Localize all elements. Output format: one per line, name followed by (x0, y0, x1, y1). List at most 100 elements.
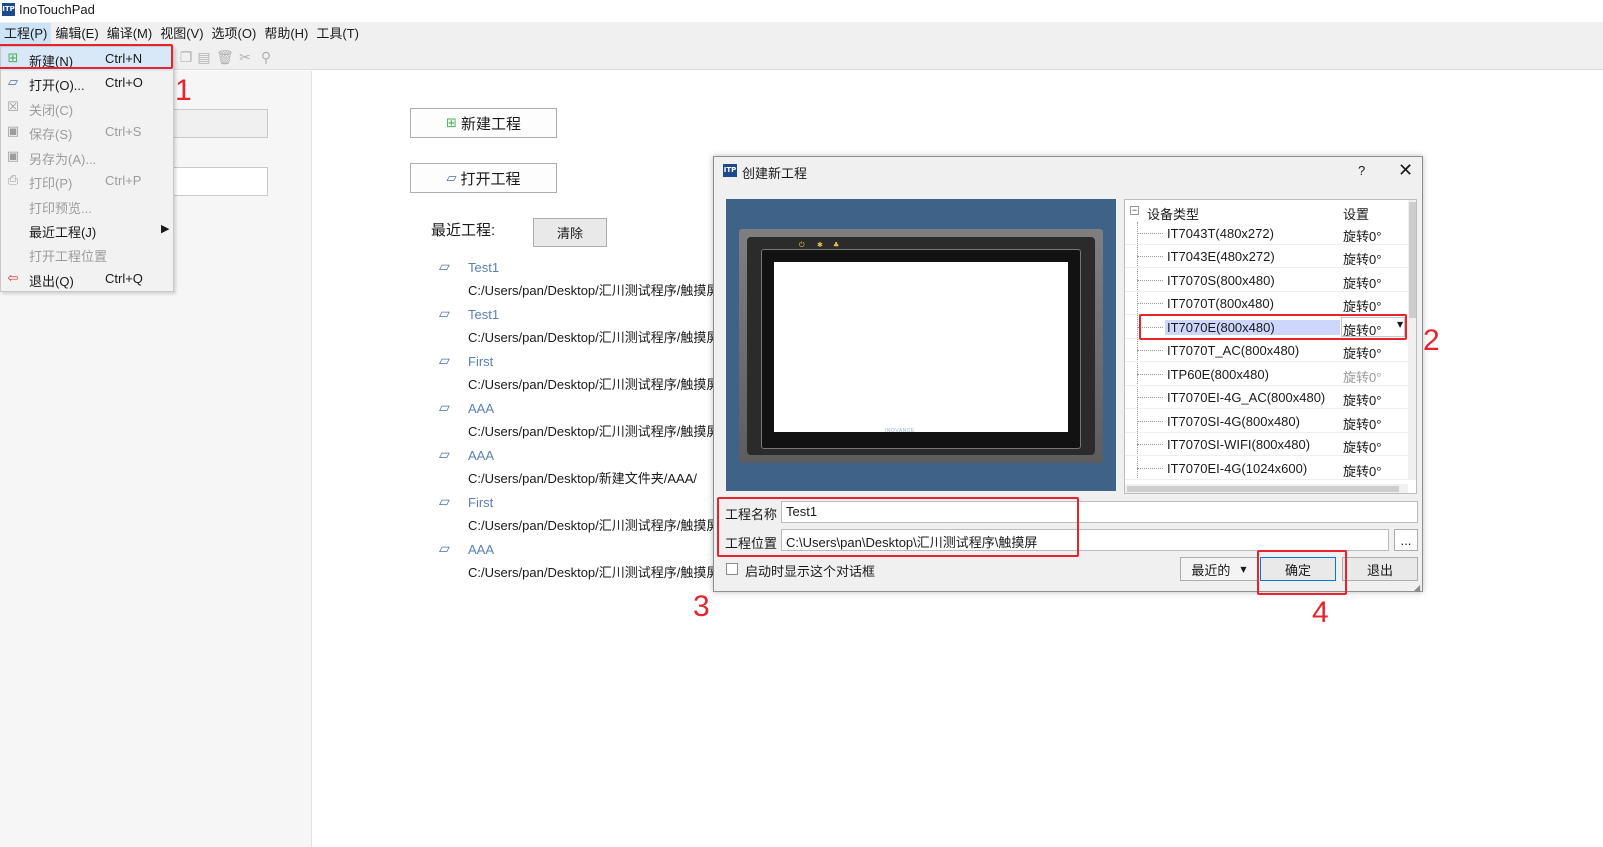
menu-view[interactable]: 视图(V) (156, 23, 207, 45)
delete-icon[interactable]: 🗑 (216, 50, 234, 66)
recent-item[interactable]: ▱ AAA C:/Users/pan/Desktop/汇川测试程序/触摸屏 (439, 401, 714, 441)
device-type-tree[interactable]: − 设备类型 设置 IT7043T(480x272) 旋转0° IT7043E(4… (1124, 199, 1417, 494)
horizontal-scrollbar[interactable] (1125, 484, 1408, 493)
menu-edit[interactable]: 编辑(E) (51, 23, 102, 45)
recent-item[interactable]: ▱ Test1 C:/Users/pan/Desktop/汇川测试程序/触摸屏 (439, 307, 714, 347)
recent-item-path: C:/Users/pan/Desktop/汇川测试程序/触摸屏 (468, 330, 714, 345)
menu-item-print-preview[interactable]: 打印预览... (1, 194, 173, 218)
recent-item-path: C:/Users/pan/Desktop/汇川测试程序/触摸屏 (468, 424, 714, 439)
comm-led-icon: ♣ (833, 241, 840, 249)
scroll-thumb[interactable] (1409, 202, 1416, 318)
status-led-icon: ✱ (817, 241, 823, 249)
paste-icon[interactable]: ▤ (196, 50, 212, 66)
close-project-icon: ☒ (7, 100, 19, 115)
recent-item[interactable]: ▱ First C:/Users/pan/Desktop/汇川测试程序/触摸屏 (439, 495, 714, 535)
recent-item[interactable]: ▱ First C:/Users/pan/Desktop/汇川测试程序/触摸屏 (439, 354, 714, 394)
menu-options[interactable]: 选项(O) (208, 23, 261, 45)
print-icon: ⎙ (7, 173, 19, 188)
hmi-screen (774, 262, 1068, 432)
app-logo-icon: ITP (2, 3, 15, 16)
annotation-number-3: 3 (693, 590, 710, 623)
menu-help[interactable]: 帮助(H) (260, 23, 312, 45)
dialog-logo-icon: ITP (723, 164, 737, 177)
show-on-start-label: 启动时显示这个对话框 (745, 564, 876, 579)
menu-item-open-location[interactable]: 打开工程位置 (1, 242, 173, 266)
menu-tools[interactable]: 工具(T) (312, 23, 363, 45)
project-menu-dropdown: ⊞ 新建(N) Ctrl+N ▱ 打开(O)... Ctrl+O ☒ 关闭(C)… (0, 46, 174, 292)
menu-item-open[interactable]: ▱ 打开(O)... Ctrl+O (1, 71, 173, 95)
annotation-box-4 (1257, 550, 1347, 595)
folder-icon: ▱ (439, 307, 450, 322)
scroll-thumb[interactable] (1127, 486, 1399, 492)
recent-item[interactable]: ▱ AAA C:/Users/pan/Desktop/新建文件夹/AAA/ (439, 448, 714, 488)
recent-item-name[interactable]: First (468, 495, 493, 510)
tree-row[interactable]: IT7070S(800x480) 旋转0° (1125, 269, 1408, 292)
recent-item[interactable]: ▱ Test1 C:/Users/pan/Desktop/汇川测试程序/触摸屏 (439, 260, 714, 300)
open-project-label: 打开工程 (460, 170, 521, 188)
recent-item-name[interactable]: AAA (468, 448, 494, 463)
tree-header-setting: 设置 (1343, 207, 1370, 222)
recent-item-name[interactable]: Test1 (468, 260, 499, 275)
recent-item-path: C:/Users/pan/Desktop/汇川测试程序/触摸屏 (468, 518, 714, 533)
annotation-box-3 (717, 497, 1079, 557)
menu-item-save[interactable]: ▣ 保存(S) Ctrl+S (1, 120, 173, 144)
recent-item-path: C:/Users/pan/Desktop/新建文件夹/AAA/ (468, 471, 698, 486)
recent-item-path: C:/Users/pan/Desktop/汇川测试程序/触摸屏 (468, 565, 714, 580)
copy-icon[interactable]: ❐ (178, 50, 194, 66)
open-folder-icon: ▱ (8, 75, 18, 90)
help-button[interactable]: ? (1358, 163, 1365, 178)
folder-icon: ▱ (439, 542, 450, 557)
close-icon[interactable]: ✕ (1398, 160, 1413, 181)
menu-item-exit[interactable]: ⇦ 退出(Q) Ctrl+Q (1, 267, 173, 291)
tree-row[interactable]: IT7070SI-WIFI(800x480) 旋转0° (1125, 433, 1408, 456)
panel-button-open[interactable] (160, 167, 268, 196)
menu-compile[interactable]: 编译(M) (103, 23, 157, 45)
tree-row[interactable]: IT7070EI-4G_AC(800x480) 旋转0° (1125, 386, 1408, 409)
recent-item-name[interactable]: Test1 (468, 307, 499, 322)
tree-row[interactable]: IT7070SI-4G(800x480) 旋转0° (1125, 410, 1408, 433)
exit-button[interactable]: 退出 (1342, 557, 1418, 581)
vertical-scrollbar[interactable] (1408, 200, 1416, 480)
recent-projects-label: 最近工程: (431, 222, 496, 239)
menu-item-save-as[interactable]: ▣ 另存为(A)... (1, 145, 173, 169)
open-project-button[interactable]: ▱ 打开工程 (410, 163, 557, 193)
cut-icon[interactable]: ✂ (237, 50, 253, 66)
collapse-icon[interactable]: − (1130, 206, 1139, 215)
menu-item-print[interactable]: ⎙ 打印(P) Ctrl+P (1, 169, 173, 193)
tree-row[interactable]: IT7070T(800x480) 旋转0° (1125, 292, 1408, 315)
menu-item-close[interactable]: ☒ 关闭(C) (1, 96, 173, 120)
annotation-number-2: 2 (1423, 324, 1440, 357)
recent-item[interactable]: ▱ AAA C:/Users/pan/Desktop/汇川测试程序/触摸屏 (439, 542, 714, 582)
menu-project[interactable]: 工程(P) (0, 23, 52, 45)
tree-row[interactable]: ITP60E(800x480) 旋转0° (1125, 363, 1408, 386)
new-project-label: 新建工程 (460, 115, 521, 133)
recent-item-name[interactable]: AAA (468, 542, 494, 557)
title-bar: ITP InoTouchPad (0, 0, 1603, 22)
recent-item-path: C:/Users/pan/Desktop/汇川测试程序/触摸屏 (468, 377, 714, 392)
dialog-title: 创建新工程 (742, 166, 808, 181)
clear-recent-button[interactable]: 清除 (533, 218, 607, 247)
toolbar: ❐ ▤ 🗑 ✂ ⚲ (0, 46, 1603, 70)
recent-dropdown-button[interactable]: 最近的 ▼ (1180, 557, 1258, 581)
search-icon[interactable]: ⚲ (258, 50, 274, 66)
tree-row[interactable]: IT7070T_AC(800x480) 旋转0° (1125, 339, 1408, 362)
folder-icon: ▱ (439, 448, 450, 463)
resize-grip-icon[interactable]: ◢ (1414, 583, 1422, 592)
menu-item-recent-projects[interactable]: 最近工程(J) ▶ (1, 218, 173, 242)
save-as-icon: ▣ (6, 149, 20, 164)
save-icon: ▣ (6, 124, 20, 139)
show-on-start-checkbox[interactable] (726, 563, 738, 575)
recent-item-path: C:/Users/pan/Desktop/汇川测试程序/触摸屏 (468, 283, 714, 298)
new-project-button[interactable]: ⊞ 新建工程 (410, 108, 557, 138)
folder-icon: ▱ (439, 495, 450, 510)
recent-item-name[interactable]: First (468, 354, 493, 369)
tree-row[interactable]: IT7043T(480x272) 旋转0° (1125, 222, 1408, 245)
panel-button-new[interactable] (160, 109, 268, 138)
open-folder-icon: ▱ (446, 170, 457, 186)
device-preview: ⏻ ✱ ♣ INOVANCE (726, 199, 1116, 491)
recent-item-name[interactable]: AAA (468, 401, 494, 416)
annotation-number-1: 1 (175, 74, 192, 107)
browse-button[interactable]: ... (1394, 529, 1418, 551)
tree-row[interactable]: IT7070EI-4G(1024x600) 旋转0° (1125, 457, 1408, 480)
tree-row[interactable]: IT7043E(480x272) 旋转0° (1125, 245, 1408, 268)
